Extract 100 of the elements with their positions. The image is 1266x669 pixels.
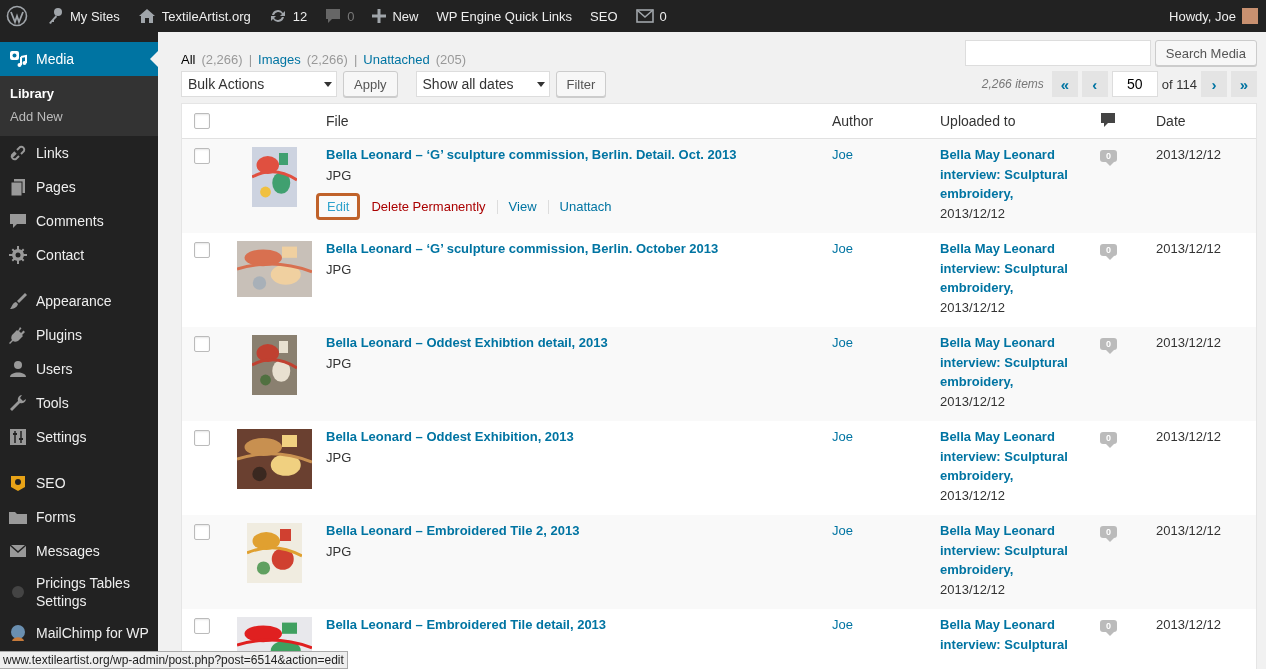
uploaded-date: 2013/12/12 (940, 204, 1007, 223)
row-checkbox[interactable] (194, 618, 210, 634)
row-action-link[interactable]: View (497, 193, 548, 220)
sidebar-item[interactable]: Appearance (0, 284, 158, 318)
date-cell-text: 2013/12/12 (1156, 523, 1223, 538)
sidebar-item[interactable]: Plugins (0, 318, 158, 352)
speech-bubble-icon (325, 8, 342, 24)
file-title-link[interactable]: Bella Leonard – ‘G’ sculpture commission, Berlin. October 2013 (326, 241, 832, 256)
date-select[interactable]: Show all dates (415, 71, 550, 97)
speech-bubble-icon[interactable] (1100, 111, 1116, 128)
first-page-button[interactable]: « (1051, 71, 1078, 97)
file-type: JPG (326, 356, 353, 371)
sidebar-item[interactable]: Messages (0, 534, 158, 568)
uploaded-to-link[interactable]: Bella May Leonard interview: Sculptural embroidery, (940, 333, 1082, 392)
sidebar-item[interactable]: Links (0, 136, 158, 170)
author-link[interactable]: Joe (832, 617, 940, 632)
row-checkbox[interactable] (194, 524, 210, 540)
column-header[interactable]: Uploaded to (940, 113, 1090, 129)
search-button[interactable]: Search Media (1154, 40, 1257, 66)
column-header[interactable]: Date (1156, 113, 1256, 129)
refresh-icon (268, 8, 287, 24)
sidebar-item[interactable]: Users (0, 352, 158, 386)
wordpress-logo-icon[interactable] (6, 5, 28, 27)
uploaded-to-link[interactable]: Bella May Leonard interview: Sculptural embroidery, (940, 239, 1082, 298)
page-field[interactable]: 50 (1111, 71, 1158, 97)
sidebar-item[interactable]: Tools (0, 386, 158, 420)
author-link[interactable]: Joe (832, 523, 940, 538)
file-type: JPG (326, 262, 353, 277)
file-title-link[interactable]: Bella Leonard – Oddest Exhibtion detail, 2013 (326, 335, 832, 350)
row-checkbox[interactable] (194, 242, 210, 258)
admin-bar-link[interactable]: WP Engine Quick Links (436, 8, 573, 24)
row-action-link[interactable]: Unattach (548, 193, 623, 220)
uploaded-date: 2013/12/12 (940, 580, 1007, 599)
sidebar-item[interactable]: Pricings Tables Settings (0, 568, 158, 616)
column-header[interactable]: File (326, 113, 832, 129)
greeting-link[interactable]: Howdy, Joe (1169, 8, 1236, 24)
row-action-link[interactable]: Delete Permanently (360, 193, 497, 220)
sidebar-item[interactable]: Settings (0, 420, 158, 454)
mascot-icon (8, 623, 28, 643)
avatar-icon[interactable] (1242, 8, 1258, 24)
row-checkbox[interactable] (194, 148, 210, 164)
date-cell-text: 2013/12/12 (1156, 429, 1223, 444)
view-count: (205) (435, 52, 467, 67)
filter-button[interactable]: Filter (555, 71, 607, 97)
uploaded-to-link[interactable]: Bella May Leonard interview: Sculptural (940, 615, 1082, 654)
author-link[interactable]: Joe (832, 147, 940, 162)
admin-bar-link[interactable]: 0 (659, 8, 667, 24)
file-type: JPG (326, 168, 353, 183)
uploaded-to-link[interactable]: Bella May Leonard interview: Sculptural embroidery, (940, 145, 1082, 204)
date-cell-text: 2013/12/12 (1156, 241, 1223, 256)
filter-link[interactable]: Unattached (363, 52, 430, 67)
author-link[interactable]: Joe (832, 335, 940, 350)
apply-button[interactable]: Apply (343, 71, 398, 97)
wrench-icon (8, 393, 28, 413)
date-cell-text: 2013/12/12 (1156, 335, 1223, 350)
uploaded-to-link[interactable]: Bella May Leonard interview: Sculptural embroidery, (940, 521, 1082, 580)
next-page-button[interactable]: › (1201, 71, 1227, 97)
filter-link[interactable]: All (181, 52, 196, 67)
submenu-item[interactable]: Add New (0, 105, 158, 128)
filter-link[interactable]: Images (258, 52, 301, 67)
uploaded-to-link[interactable]: Bella May Leonard interview: Sculptural embroidery, (940, 427, 1082, 486)
user-icon (8, 359, 28, 379)
file-type: JPG (326, 450, 353, 465)
sidebar-item[interactable]: Contact (0, 238, 158, 272)
uploaded-date: 2013/12/12 (940, 486, 1007, 505)
last-page-button[interactable]: » (1231, 71, 1257, 97)
admin-bar-link[interactable]: My Sites (70, 8, 120, 24)
sidebar-item[interactable]: SEO (0, 466, 158, 500)
author-link[interactable]: Joe (832, 241, 940, 256)
sidebar-item[interactable]: Media (0, 42, 158, 76)
pages-icon (8, 177, 28, 197)
select-all-checkbox[interactable] (194, 113, 210, 129)
previous-page-button[interactable]: ‹ (1081, 71, 1108, 97)
sidebar-item[interactable]: Forms (0, 500, 158, 534)
admin-bar-link[interactable]: TextileArtist.org (161, 8, 251, 24)
sidebar-item[interactable]: Comments (0, 204, 158, 238)
media-icon (8, 49, 28, 69)
search-field[interactable] (964, 40, 1151, 66)
bulk-actions-select[interactable]: Bulk Actions (181, 71, 337, 97)
column-header[interactable]: Author (832, 113, 940, 129)
view-count: (2,266) (201, 52, 243, 67)
admin-bar-link[interactable]: SEO (590, 8, 618, 24)
status-url: www.textileartist.org/wp-admin/post.php?post=6514&action=edit (0, 651, 348, 669)
uploaded-date: 2013/12/12 (940, 298, 1007, 317)
file-title-link[interactable]: Bella Leonard – Oddest Exhibition, 2013 (326, 429, 832, 444)
sidebar-item[interactable]: Pages (0, 170, 158, 204)
separator: | (353, 52, 358, 67)
sidebar-item[interactable]: MailChimp for WP (0, 616, 158, 650)
file-title-link[interactable]: Bella Leonard – Embroidered Tile detail, 2013 (326, 617, 832, 632)
admin-bar-link[interactable]: New (392, 8, 419, 24)
plug-icon (8, 325, 28, 345)
author-link[interactable]: Joe (832, 429, 940, 444)
submenu-item[interactable]: Library (0, 82, 158, 105)
row-checkbox[interactable] (194, 336, 210, 352)
file-title-link[interactable]: Bella Leonard – ‘G’ sculpture commission, Berlin. Detail. Oct. 2013 (326, 147, 832, 162)
admin-bar-link[interactable]: 0 (347, 8, 355, 24)
file-title-link[interactable]: Bella Leonard – Embroidered Tile 2, 2013 (326, 523, 832, 538)
link-icon (8, 143, 28, 163)
row-checkbox[interactable] (194, 430, 210, 446)
admin-bar-link[interactable]: 12 (292, 8, 308, 24)
